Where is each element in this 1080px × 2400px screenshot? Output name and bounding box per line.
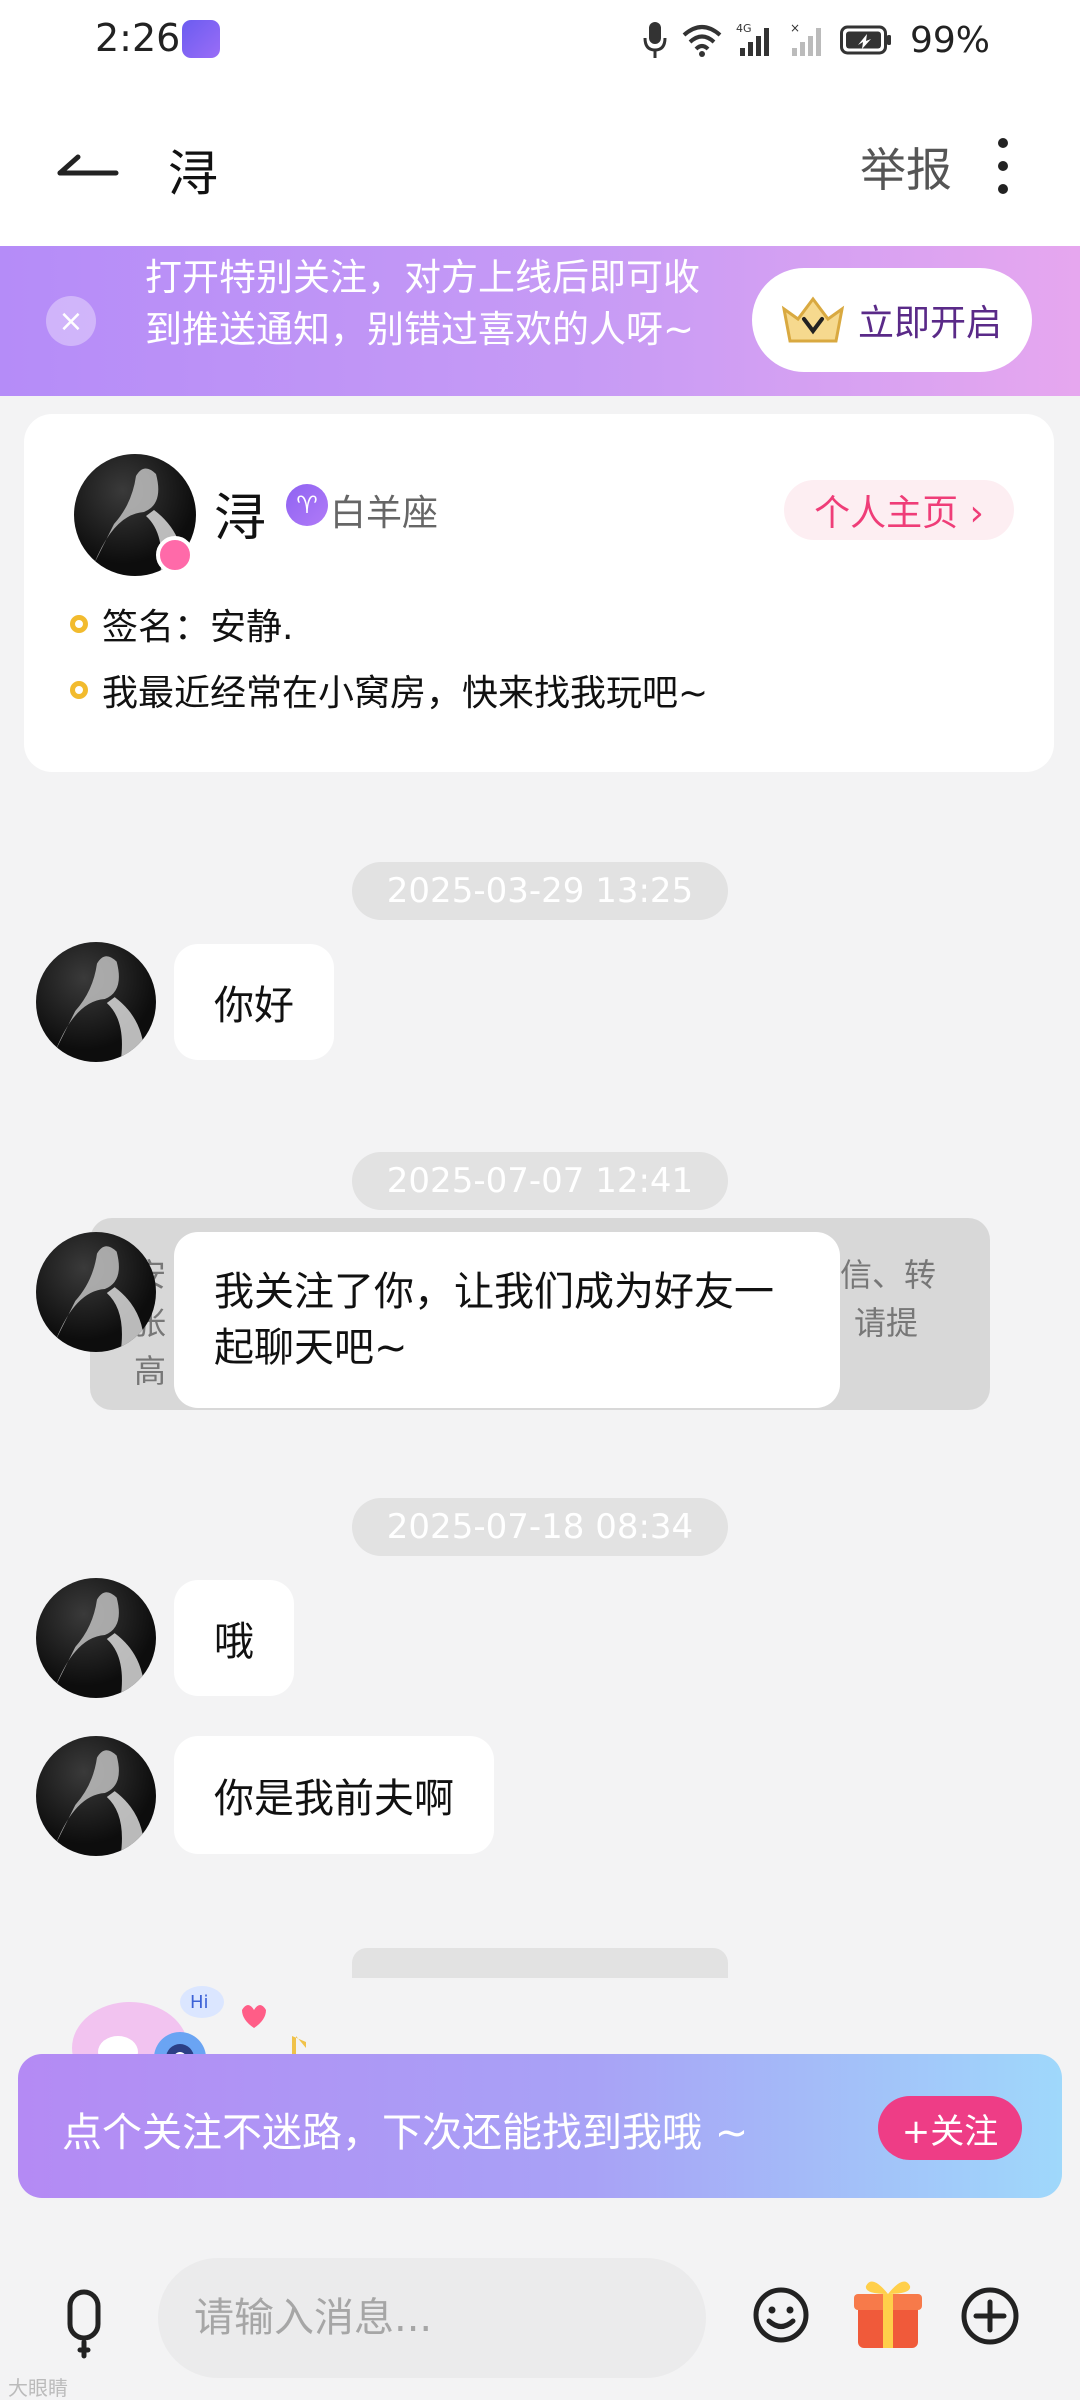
follow-prompt-banner: 点个关注不迷路，下次还能找到我哦 ~ +关注	[18, 2054, 1062, 2198]
sender-avatar[interactable]	[36, 1736, 156, 1856]
signature-row: 签名：安静.	[70, 598, 293, 650]
back-arrow-icon	[57, 154, 119, 176]
enable-now-button[interactable]: 立即开启	[752, 268, 1032, 372]
battery-icon	[839, 25, 891, 55]
gift-icon[interactable]	[852, 2272, 924, 2352]
aries-icon: ♈	[286, 484, 328, 526]
sender-avatar[interactable]	[36, 942, 156, 1062]
signature-text: 签名：安静.	[102, 607, 294, 648]
wifi-icon	[682, 25, 722, 57]
sender-avatar[interactable]	[36, 1232, 156, 1352]
avatar-image	[55, 956, 145, 1062]
follow-prompt-text: 点个关注不迷路，下次还能找到我哦 ~	[62, 2110, 749, 2156]
avatar-image	[55, 1592, 145, 1698]
message-composer: 大眼睛	[0, 2228, 1080, 2400]
cell-signal-2-icon: ×	[790, 22, 821, 56]
message-timestamp: 2025-07-07 12:41	[352, 1152, 728, 1210]
notice-fragment: 高	[134, 1352, 167, 1390]
mascot-hi-text: Hi	[190, 1992, 209, 2013]
status-time: 2:26	[95, 16, 181, 60]
emoji-icon[interactable]	[752, 2286, 810, 2344]
top-bar: 浔 举报	[0, 82, 1080, 246]
special-follow-banner: × 打开特别关注，对方上线后即可收到推送通知，别错过喜欢的人呀~ 立即开启	[0, 246, 1080, 396]
sender-avatar[interactable]	[36, 1578, 156, 1698]
close-banner-button[interactable]: ×	[46, 296, 96, 346]
message-bubble[interactable]: 我关注了你，让我们成为好友一起聊天吧~	[174, 1232, 840, 1408]
status-text: 我最近经常在小窝房，快来找我玩吧~	[102, 673, 709, 714]
status-bar: 2:26 4G × 99%	[0, 0, 1080, 82]
avatar-image	[55, 1246, 145, 1352]
more-dot-icon	[998, 184, 1008, 194]
report-button[interactable]: 举报	[860, 134, 952, 200]
message-bubble[interactable]: 哦	[174, 1580, 294, 1696]
status-icons: 4G × 99%	[642, 18, 990, 62]
more-dot-icon	[998, 161, 1008, 171]
enable-now-label: 立即开启	[858, 303, 1003, 344]
profile-home-button[interactable]: 个人主页 ›	[784, 480, 1014, 540]
bullet-icon	[70, 681, 88, 699]
back-button[interactable]	[48, 126, 128, 206]
notice-fragment: 请提	[854, 1304, 919, 1342]
notice-fragment: 信、转	[840, 1256, 937, 1294]
close-icon: ×	[58, 303, 84, 339]
profile-name: 浔	[214, 489, 267, 549]
cell-signal-icon: 4G	[736, 22, 769, 56]
svg-text:×: ×	[790, 22, 800, 35]
page-title: 浔	[168, 145, 218, 203]
more-options-button[interactable]	[985, 138, 1021, 194]
follow-button[interactable]: +关注	[878, 2096, 1022, 2160]
bullet-icon	[70, 615, 88, 633]
message-bubble[interactable]: 你是我前夫啊	[174, 1736, 494, 1854]
crown-icon	[781, 296, 845, 343]
app-notification-icon	[182, 20, 220, 58]
voice-input-icon[interactable]	[52, 2288, 116, 2362]
message-timestamp-partial	[352, 1948, 728, 1978]
profile-card: 浔 ♈ 白羊座 个人主页 › 签名：安静. 我最近经常在小窝房，快来找我玩吧~	[24, 414, 1054, 772]
watermark: 大眼睛	[8, 2376, 68, 2400]
status-row: 我最近经常在小窝房，快来找我玩吧~	[70, 664, 708, 716]
more-dot-icon	[998, 138, 1008, 148]
avatar-badge-icon	[156, 536, 194, 574]
battery-percent: 99%	[909, 19, 990, 61]
avatar-image	[55, 1750, 145, 1856]
zodiac-label: 白羊座	[330, 493, 439, 534]
message-bubble[interactable]: 你好	[174, 944, 334, 1060]
svg-text:4G: 4G	[736, 22, 752, 35]
message-input[interactable]	[158, 2258, 706, 2378]
promo-text: 打开特别关注，对方上线后即可收到推送通知，别错过喜欢的人呀~	[145, 256, 700, 351]
message-timestamp: 2025-07-18 08:34	[352, 1498, 728, 1556]
message-timestamp: 2025-03-29 13:25	[352, 862, 728, 920]
microphone-status-icon	[643, 22, 667, 58]
plus-icon[interactable]	[960, 2286, 1020, 2346]
